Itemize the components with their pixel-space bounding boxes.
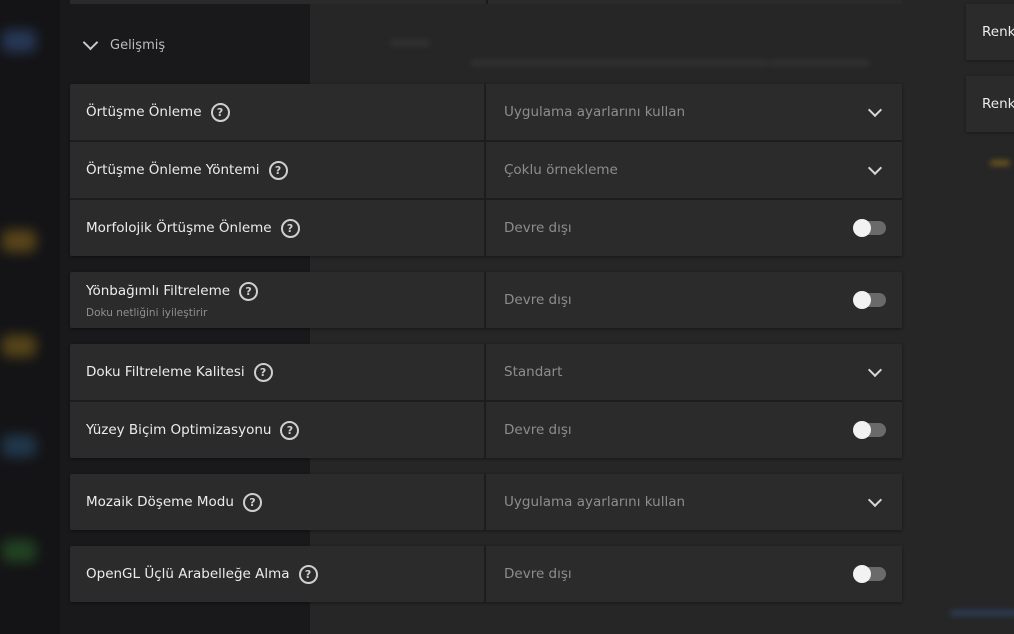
background-icon xyxy=(2,435,36,457)
setting-row-texture-filtering-quality: Doku Filtreleme Kalitesi? Standart xyxy=(70,344,902,402)
help-icon[interactable]: ? xyxy=(239,281,259,301)
chevron-down-icon xyxy=(867,160,883,175)
setting-value: Uygulama ayarlarını kullan xyxy=(504,104,686,120)
setting-row-antialiasing: Örtüşme Önleme? Uygulama ayarlarını kull… xyxy=(70,84,902,142)
morphological-aa-toggle[interactable] xyxy=(853,219,886,237)
help-icon[interactable]: ? xyxy=(253,362,273,382)
antialiasing-dropdown[interactable]: Uygulama ayarlarını kullan xyxy=(486,84,902,140)
toggle-knob xyxy=(853,291,871,309)
help-icon[interactable]: ? xyxy=(298,564,318,584)
help-icon[interactable]: ? xyxy=(280,218,300,238)
setting-row-morphological-aa: Morfolojik Örtüşme Önleme? Devre dışı xyxy=(70,200,902,256)
setting-value: Devre dışı xyxy=(504,422,572,438)
background-icon xyxy=(2,540,36,562)
setting-row-anisotropic-filtering: Yönbağımlı Filtreleme? Doku netliğini iy… xyxy=(70,272,902,328)
side-card[interactable]: Renk xyxy=(966,76,1014,132)
toggle-knob xyxy=(853,421,871,439)
settings-group: Doku Filtreleme Kalitesi? Standart Yüzey… xyxy=(70,344,902,458)
setting-row-opengl-triple-buffering: OpenGL Üçlü Arabelleğe Alma? Devre dışı xyxy=(70,546,902,602)
background-sidebar xyxy=(0,0,60,634)
background-icon xyxy=(2,335,36,357)
toggle-knob xyxy=(853,219,871,237)
help-icon[interactable]: ? xyxy=(242,492,262,512)
advanced-section-header[interactable]: Gelişmiş xyxy=(82,34,165,56)
setting-label: Örtüşme Önleme Yöntemi xyxy=(86,162,260,178)
toggle-knob xyxy=(853,565,871,583)
surface-format-optimization-toggle[interactable] xyxy=(853,421,886,439)
help-icon[interactable]: ? xyxy=(280,420,300,440)
setting-value: Devre dışı xyxy=(504,220,572,236)
setting-label: Örtüşme Önleme xyxy=(86,104,202,120)
setting-label: Doku Filtreleme Kalitesi xyxy=(86,364,245,380)
texture-filtering-quality-dropdown[interactable]: Standart xyxy=(486,344,902,400)
setting-row-antialiasing-method: Örtüşme Önleme Yöntemi? Çoklu örnekleme xyxy=(70,142,902,200)
previous-row-edge xyxy=(70,0,902,4)
setting-value: Çoklu örnekleme xyxy=(504,162,618,178)
settings-group: Mozaik Döşeme Modu? Uygulama ayarlarını … xyxy=(70,474,902,530)
tessellation-mode-dropdown[interactable]: Uygulama ayarlarını kullan xyxy=(486,474,902,530)
background-icon xyxy=(2,230,36,252)
help-icon[interactable]: ? xyxy=(210,102,230,122)
setting-value: Uygulama ayarlarını kullan xyxy=(504,494,686,510)
chevron-down-icon xyxy=(867,492,883,507)
antialiasing-method-dropdown[interactable]: Çoklu örnekleme xyxy=(486,142,902,198)
setting-description: Doku netliğini iyileştirir xyxy=(86,306,208,319)
settings-group: Örtüşme Önleme? Uygulama ayarlarını kull… xyxy=(70,84,902,256)
settings-group: OpenGL Üçlü Arabelleğe Alma? Devre dışı xyxy=(70,546,902,602)
setting-value: Devre dışı xyxy=(504,292,572,308)
setting-label: OpenGL Üçlü Arabelleğe Alma xyxy=(86,566,290,582)
section-title: Gelişmiş xyxy=(110,37,166,53)
anisotropic-filtering-toggle[interactable] xyxy=(853,291,886,309)
setting-label: Yönbağımlı Filtreleme xyxy=(86,283,231,299)
setting-row-tessellation-mode: Mozaik Döşeme Modu? Uygulama ayarlarını … xyxy=(70,474,902,530)
chevron-down-icon xyxy=(82,34,99,51)
help-icon[interactable]: ? xyxy=(268,160,288,180)
setting-label: Yüzey Biçim Optimizasyonu xyxy=(86,422,272,438)
chevron-down-icon xyxy=(867,102,883,117)
setting-row-surface-format-optimization: Yüzey Biçim Optimizasyonu? Devre dışı xyxy=(70,402,902,458)
setting-value: Devre dışı xyxy=(504,566,572,582)
background-icon xyxy=(2,30,36,52)
setting-value: Standart xyxy=(504,364,563,380)
setting-label: Morfolojik Örtüşme Önleme xyxy=(86,220,272,236)
chevron-down-icon xyxy=(867,362,883,377)
settings-group: Yönbağımlı Filtreleme? Doku netliğini iy… xyxy=(70,272,902,328)
setting-label: Mozaik Döşeme Modu xyxy=(86,494,234,510)
opengl-triple-buffering-toggle[interactable] xyxy=(853,565,886,583)
side-card[interactable]: Renk xyxy=(966,4,1014,60)
